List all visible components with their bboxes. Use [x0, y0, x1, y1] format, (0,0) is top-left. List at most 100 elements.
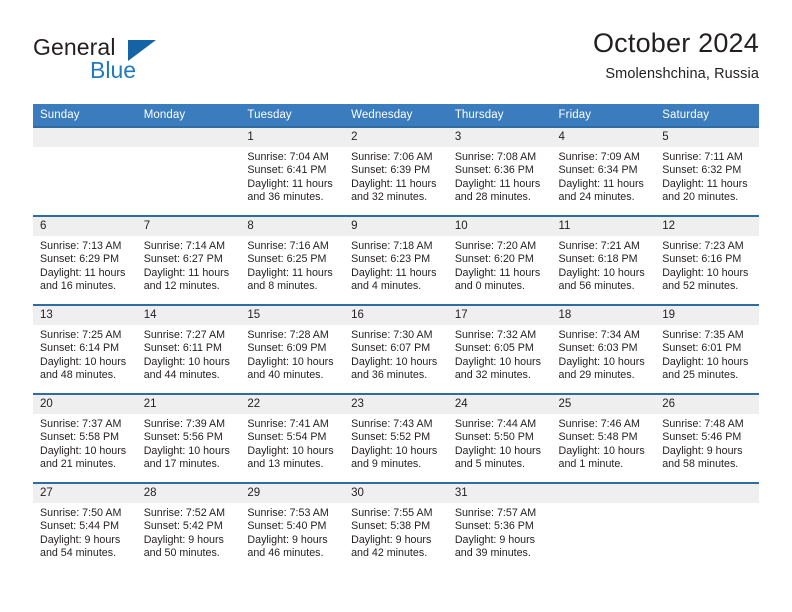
calendar-day-cell[interactable]: 22 Sunrise: 7:41 AM Sunset: 5:54 PM Dayligh… — [240, 393, 345, 483]
calendar-day-cell[interactable]: 2 Sunrise: 7:06 AM Sunset: 6:39 PM Daylight… — [344, 126, 448, 216]
daylight-text-line1: Daylight: 11 hours — [351, 177, 437, 190]
daylight-text-line1: Daylight: 10 hours — [454, 355, 541, 368]
sunset-text: Sunset: 5:48 PM — [558, 431, 638, 444]
sun-info: Sunrise: 7:27 AM Sunset: 6:11 PM Daylight:… — [137, 325, 241, 383]
daylight-text-line2: and 13 minutes. — [247, 458, 324, 471]
weekday-header-friday: Friday — [551, 104, 656, 127]
sun-info: Sunrise: 7:34 AM Sunset: 6:03 PM Daylight:… — [552, 325, 656, 383]
calendar-day-cell[interactable]: 18 Sunrise: 7:34 AM Sunset: 6:03 PM Dayligh… — [551, 304, 656, 394]
day-number: 27 — [33, 484, 137, 503]
sunset-text: Sunset: 6:27 PM — [143, 253, 223, 266]
sun-info: Sunrise: 7:50 AM Sunset: 5:44 PM Daylight:… — [33, 503, 137, 561]
calendar-day-cell[interactable]: 12 Sunrise: 7:23 AM Sunset: 6:16 PM Dayligh… — [655, 215, 759, 305]
daylight-text-line1: Daylight: 11 hours — [247, 177, 333, 190]
sun-info: Sunrise: 7:25 AM Sunset: 6:14 PM Daylight:… — [33, 325, 137, 383]
calendar-day-cell[interactable]: 29 Sunrise: 7:53 AM Sunset: 5:40 PM Dayligh… — [240, 482, 345, 572]
sunset-text: Sunset: 6:36 PM — [454, 164, 534, 177]
daylight-text-line2: and 44 minutes. — [143, 369, 220, 382]
daylight-text-line2: and 17 minutes. — [143, 458, 220, 471]
sunrise-text: Sunrise: 7:18 AM — [351, 240, 433, 252]
calendar-day-cell[interactable]: 31 Sunrise: 7:57 AM Sunset: 5:36 PM Dayligh… — [447, 482, 552, 572]
calendar-day-cell[interactable]: 9 Sunrise: 7:18 AM Sunset: 6:23 PM Daylight… — [344, 215, 448, 305]
day-number: 7 — [136, 217, 241, 236]
daylight-text-line1: Daylight: 10 hours — [143, 355, 230, 368]
sunrise-text: Sunrise: 7:06 AM — [351, 151, 433, 163]
daylight-text-line1: Daylight: 10 hours — [40, 444, 127, 457]
calendar-day-cell[interactable]: 5 Sunrise: 7:11 AM Sunset: 6:32 PM Daylight… — [655, 126, 759, 216]
day-number: 19 — [655, 306, 759, 325]
day-number: 17 — [447, 306, 552, 325]
calendar-day-cell[interactable]: 19 Sunrise: 7:35 AM Sunset: 6:01 PM Dayligh… — [655, 304, 759, 394]
sun-info: Sunrise: 7:11 AM Sunset: 6:32 PM Daylight:… — [655, 147, 759, 205]
daylight-text-line2: and 46 minutes. — [247, 547, 324, 560]
sun-info: Sunrise: 7:35 AM Sunset: 6:01 PM Daylight:… — [655, 325, 759, 383]
calendar-week-row: 13 Sunrise: 7:25 AM Sunset: 6:14 PM Dayligh… — [33, 304, 759, 394]
daylight-text-line2: and 25 minutes. — [662, 369, 739, 382]
day-number: 13 — [33, 306, 137, 325]
day-number: 31 — [447, 484, 552, 503]
page-header: General Blue October 2024 Smolenshchina,… — [33, 28, 759, 98]
logo-text-general: General — [33, 34, 116, 60]
calendar-day-cell[interactable]: 16 Sunrise: 7:30 AM Sunset: 6:07 PM Dayligh… — [344, 304, 448, 394]
sunrise-text: Sunrise: 7:32 AM — [454, 329, 537, 341]
general-blue-logo[interactable]: General Blue — [33, 30, 263, 90]
calendar-cell-empty — [655, 482, 759, 572]
calendar-day-cell[interactable]: 21 Sunrise: 7:39 AM Sunset: 5:56 PM Dayligh… — [136, 393, 241, 483]
sunrise-text: Sunrise: 7:55 AM — [351, 507, 433, 519]
calendar-day-cell[interactable]: 28 Sunrise: 7:52 AM Sunset: 5:42 PM Dayligh… — [136, 482, 241, 572]
day-number: 4 — [551, 128, 656, 147]
sunrise-text: Sunrise: 7:44 AM — [454, 418, 537, 430]
calendar-day-cell[interactable]: 6 Sunrise: 7:13 AM Sunset: 6:29 PM Daylight… — [33, 215, 137, 305]
sunset-text: Sunset: 6:29 PM — [40, 253, 120, 266]
calendar-day-cell[interactable]: 14 Sunrise: 7:27 AM Sunset: 6:11 PM Dayligh… — [136, 304, 241, 394]
calendar-day-cell[interactable]: 17 Sunrise: 7:32 AM Sunset: 6:05 PM Dayligh… — [447, 304, 552, 394]
sun-info: Sunrise: 7:32 AM Sunset: 6:05 PM Daylight:… — [448, 325, 552, 383]
sun-info: Sunrise: 7:06 AM Sunset: 6:39 PM Daylight:… — [344, 147, 448, 205]
calendar-table: Sunday Monday Tuesday Wednesday Thursday… — [33, 104, 759, 572]
sunset-text: Sunset: 6:32 PM — [662, 164, 742, 177]
sunrise-text: Sunrise: 7:11 AM — [662, 151, 743, 163]
sunset-text: Sunset: 5:42 PM — [143, 520, 223, 533]
calendar-day-cell[interactable]: 3 Sunrise: 7:08 AM Sunset: 6:36 PM Daylight… — [447, 126, 552, 216]
sunrise-text: Sunrise: 7:14 AM — [143, 240, 226, 252]
sunrise-text: Sunrise: 7:25 AM — [40, 329, 122, 341]
calendar-day-cell[interactable]: 7 Sunrise: 7:14 AM Sunset: 6:27 PM Daylight… — [136, 215, 241, 305]
calendar-day-cell[interactable]: 23 Sunrise: 7:43 AM Sunset: 5:52 PM Dayligh… — [344, 393, 448, 483]
calendar-day-cell[interactable]: 11 Sunrise: 7:21 AM Sunset: 6:18 PM Dayligh… — [551, 215, 656, 305]
day-number — [136, 128, 241, 147]
calendar-day-cell[interactable]: 4 Sunrise: 7:09 AM Sunset: 6:34 PM Daylight… — [551, 126, 656, 216]
daylight-text-line2: and 9 minutes. — [351, 458, 422, 471]
sunset-text: Sunset: 6:39 PM — [351, 164, 431, 177]
calendar-day-cell[interactable]: 20 Sunrise: 7:37 AM Sunset: 5:58 PM Dayligh… — [33, 393, 137, 483]
calendar-day-cell[interactable]: 27 Sunrise: 7:50 AM Sunset: 5:44 PM Dayligh… — [33, 482, 137, 572]
sunset-text: Sunset: 6:09 PM — [247, 342, 327, 355]
sun-info: Sunrise: 7:46 AM Sunset: 5:48 PM Daylight:… — [552, 414, 656, 472]
daylight-text-line2: and 0 minutes. — [454, 280, 525, 293]
day-number: 11 — [551, 217, 656, 236]
daylight-text-line1: Daylight: 10 hours — [558, 444, 645, 457]
sun-info: Sunrise: 7:57 AM Sunset: 5:36 PM Daylight:… — [448, 503, 552, 561]
day-number: 25 — [551, 395, 656, 414]
sun-info: Sunrise: 7:30 AM Sunset: 6:07 PM Daylight:… — [344, 325, 448, 383]
sunrise-text: Sunrise: 7:37 AM — [40, 418, 122, 430]
calendar-day-cell[interactable]: 25 Sunrise: 7:46 AM Sunset: 5:48 PM Dayligh… — [551, 393, 656, 483]
sunset-text: Sunset: 5:50 PM — [454, 431, 534, 444]
calendar-day-cell[interactable]: 10 Sunrise: 7:20 AM Sunset: 6:20 PM Dayligh… — [447, 215, 552, 305]
sunset-text: Sunset: 5:38 PM — [351, 520, 431, 533]
daylight-text-line1: Daylight: 11 hours — [40, 266, 126, 279]
calendar-day-cell[interactable]: 8 Sunrise: 7:16 AM Sunset: 6:25 PM Daylight… — [240, 215, 345, 305]
calendar-day-cell[interactable]: 15 Sunrise: 7:28 AM Sunset: 6:09 PM Dayligh… — [240, 304, 345, 394]
day-number: 18 — [551, 306, 656, 325]
calendar-day-cell[interactable]: 24 Sunrise: 7:44 AM Sunset: 5:50 PM Dayligh… — [447, 393, 552, 483]
sunrise-text: Sunrise: 7:50 AM — [40, 507, 122, 519]
calendar-day-cell[interactable]: 26 Sunrise: 7:48 AM Sunset: 5:46 PM Dayligh… — [655, 393, 759, 483]
daylight-text-line2: and 52 minutes. — [662, 280, 739, 293]
daylight-text-line2: and 1 minute. — [558, 458, 624, 471]
calendar-day-cell[interactable]: 1 Sunrise: 7:04 AM Sunset: 6:41 PM Daylight… — [240, 126, 345, 216]
calendar-day-cell[interactable]: 13 Sunrise: 7:25 AM Sunset: 6:14 PM Dayligh… — [33, 304, 137, 394]
sunset-text: Sunset: 6:03 PM — [558, 342, 638, 355]
daylight-text-line1: Daylight: 10 hours — [247, 444, 334, 457]
sunset-text: Sunset: 5:58 PM — [40, 431, 120, 444]
calendar-day-cell[interactable]: 30 Sunrise: 7:55 AM Sunset: 5:38 PM Dayligh… — [344, 482, 448, 572]
day-number: 14 — [136, 306, 241, 325]
